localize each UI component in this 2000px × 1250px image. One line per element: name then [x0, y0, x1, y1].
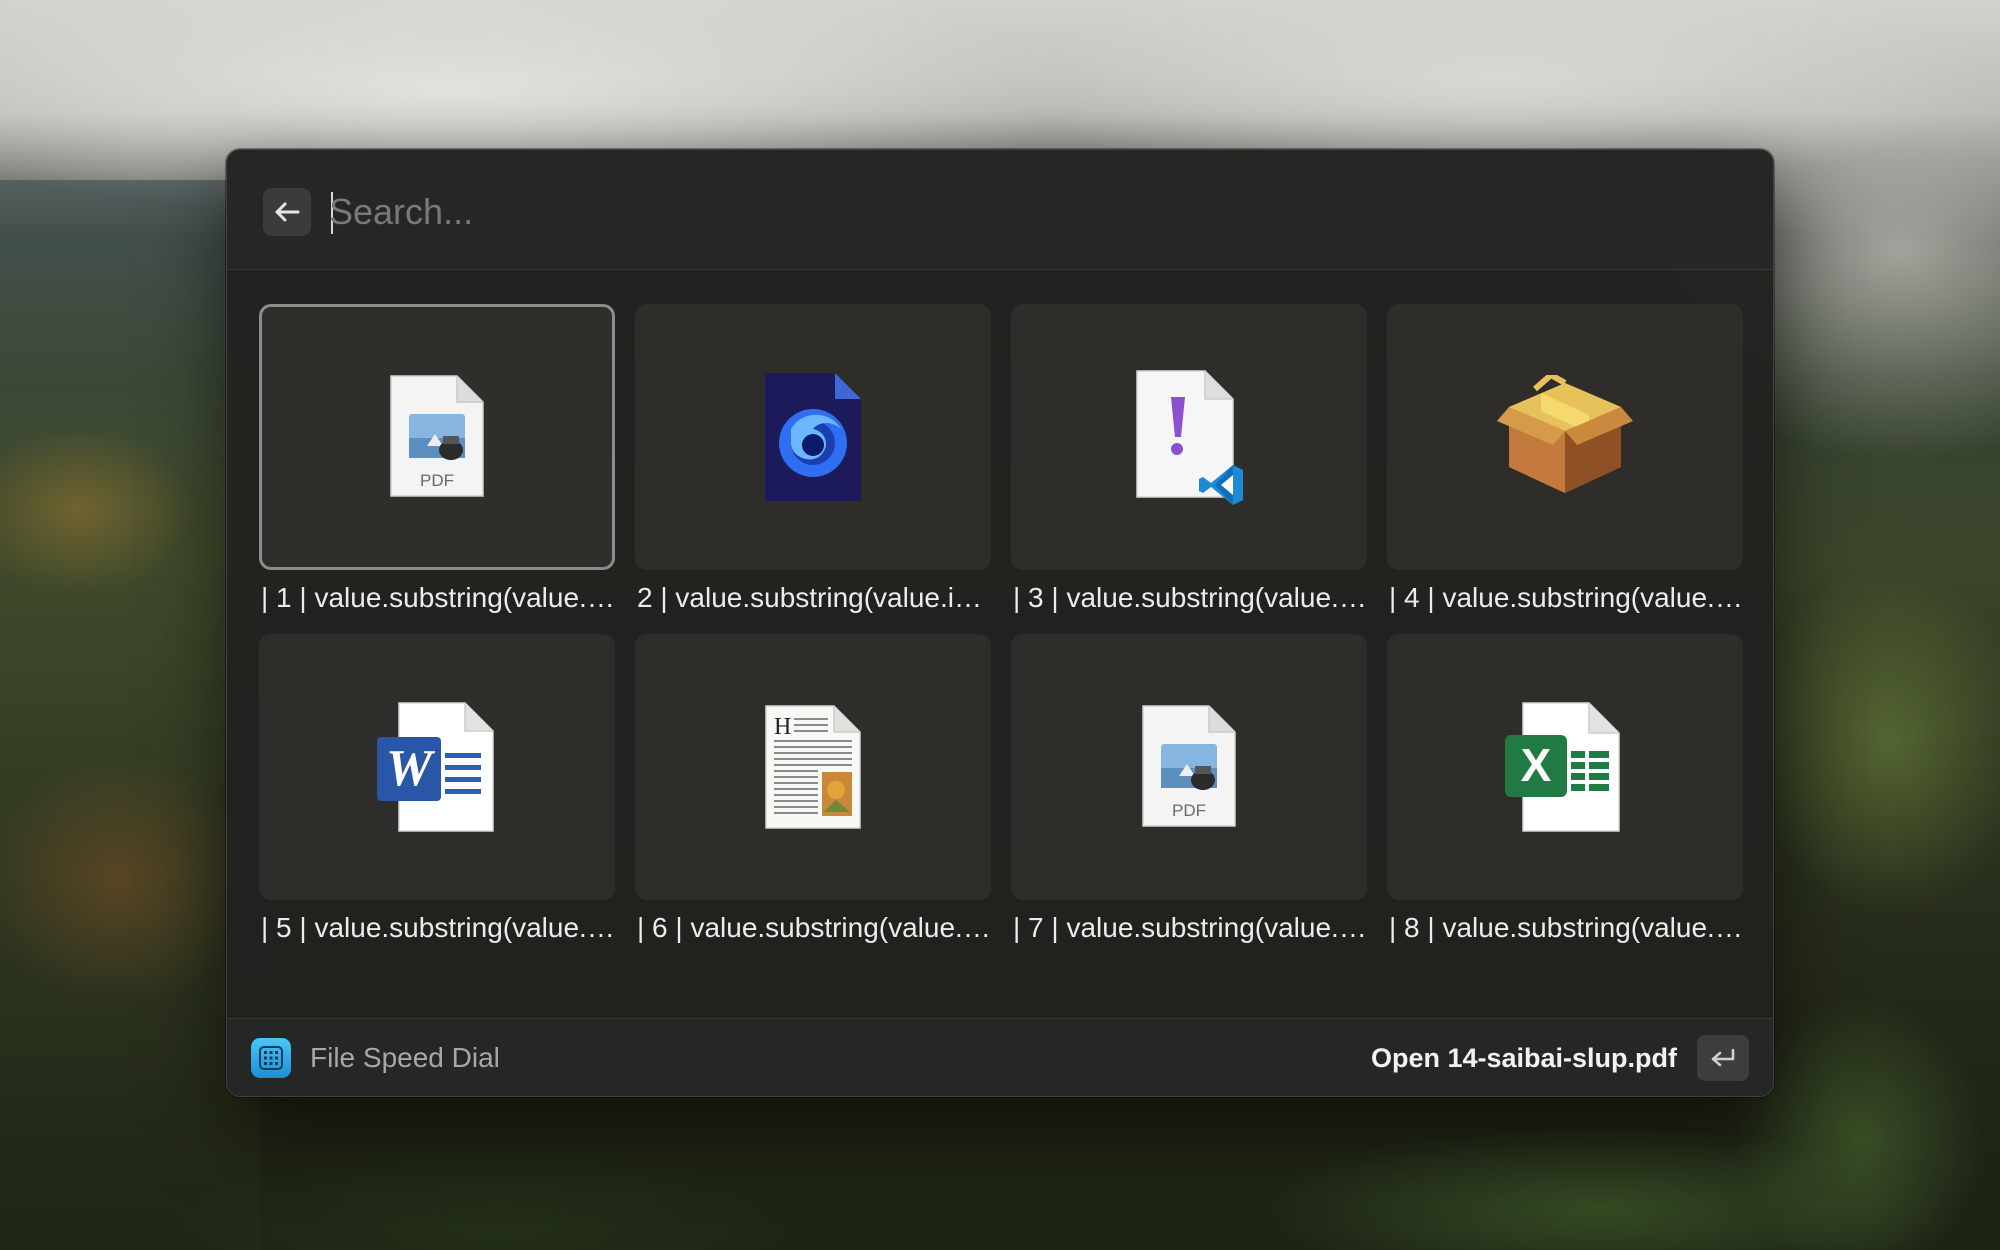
file-item[interactable]: PDF | 1 | value.substring(value.indexOf(…	[259, 304, 615, 634]
file-caption: | 8 | value.substring(value.indexOf("/")…	[1389, 912, 1743, 943]
file-item[interactable]: W | 5 | value.substring(value.indexOf("/…	[259, 634, 615, 964]
file-item[interactable]: 2 | value.substring(value.indexOf("/") +…	[635, 304, 991, 634]
file-tile[interactable]	[1387, 304, 1743, 570]
grid-icon	[259, 1046, 283, 1070]
app-name-label: File Speed Dial	[310, 1042, 500, 1073]
file-item[interactable]: PDF | 7 | value.substring(value.indexOf(…	[1011, 634, 1367, 964]
back-button[interactable]	[263, 188, 311, 236]
firefox-document-icon	[765, 373, 861, 501]
file-caption: | 5 | value.substring(value.indexOf("/")…	[261, 912, 615, 943]
pdf-document-icon: PDF	[1142, 705, 1236, 827]
file-item[interactable]: | 3 | value.substring(value.indexOf("/")…	[1011, 304, 1367, 634]
svg-text:H: H	[774, 714, 791, 740]
primary-action-label[interactable]: Open 14-saibai-slup.pdf	[1371, 1040, 1677, 1076]
file-tile[interactable]	[1011, 304, 1367, 570]
svg-text:W: W	[386, 740, 436, 797]
svg-text:PDF: PDF	[1172, 801, 1206, 820]
excel-document-icon: X	[1505, 702, 1620, 832]
pdf-document-icon: PDF	[390, 375, 484, 497]
speed-dial-app-icon	[251, 1038, 291, 1078]
word-document-icon: W	[377, 702, 494, 832]
file-tile[interactable]: X	[1387, 634, 1743, 900]
svg-text:X: X	[1521, 739, 1552, 791]
text-document-icon: H	[765, 705, 861, 829]
file-tile[interactable]	[635, 304, 991, 570]
svg-text:PDF: PDF	[420, 471, 454, 490]
search-input[interactable]	[329, 186, 1729, 238]
file-caption: | 7 | value.substring(value.indexOf("/")…	[1013, 912, 1367, 943]
wallpaper-hills-bottom	[0, 1090, 2000, 1250]
enter-key-button[interactable]	[1697, 1035, 1749, 1081]
file-speed-dial-window: PDF | 1 | value.substring(value.indexOf(…	[226, 149, 1774, 1097]
file-tile[interactable]: H	[635, 634, 991, 900]
file-item[interactable]: H | 6 | value.substring(value.indexOf("/…	[635, 634, 991, 964]
arrow-left-icon	[275, 202, 300, 222]
file-tile[interactable]: PDF	[1011, 634, 1367, 900]
footer-bar: File Speed Dial Open 14-saibai-slup.pdf	[227, 1018, 1773, 1096]
return-key-icon	[1711, 1048, 1735, 1067]
file-item[interactable]: X | 8 | value.substring(value.indexOf("/…	[1387, 634, 1743, 964]
file-caption: 2 | value.substring(value.indexOf("/") +…	[637, 582, 991, 613]
file-item[interactable]: | 4 | value.substring(value.indexOf("/")…	[1387, 304, 1743, 634]
package-installer-icon	[1497, 375, 1633, 493]
vscode-document-icon	[1136, 370, 1243, 505]
file-caption: | 4 | value.substring(value.indexOf("/")…	[1389, 582, 1743, 613]
file-tile[interactable]: PDF	[259, 304, 615, 570]
file-caption: | 1 | value.substring(value.indexOf("/")…	[261, 582, 615, 613]
file-tile[interactable]: W	[259, 634, 615, 900]
file-caption: | 6 | value.substring(value.indexOf("/")…	[637, 912, 991, 943]
search-header	[227, 150, 1773, 270]
file-grid: PDF | 1 | value.substring(value.indexOf(…	[259, 304, 1743, 964]
file-caption: | 3 | value.substring(value.indexOf("/")…	[1013, 582, 1367, 613]
